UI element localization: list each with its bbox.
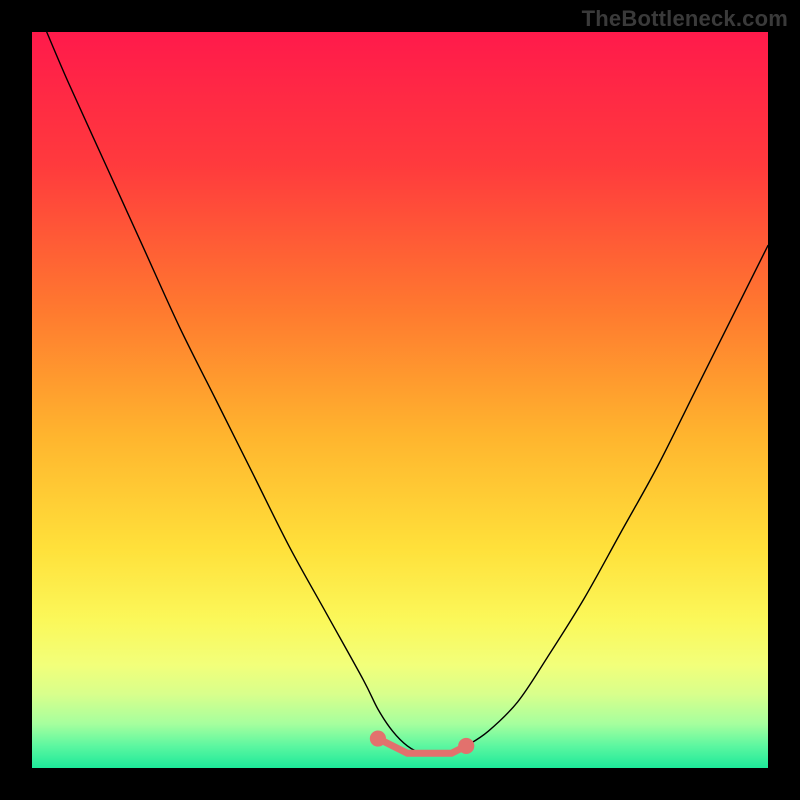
plot-area xyxy=(32,32,768,768)
flat-segment-end-dot xyxy=(370,730,386,746)
bottleneck-curve xyxy=(47,32,768,754)
flat-segment-end-dot xyxy=(458,738,474,754)
watermark-text: TheBottleneck.com xyxy=(582,6,788,32)
curve-layer xyxy=(32,32,768,768)
chart-frame: TheBottleneck.com xyxy=(0,0,800,800)
flat-segment-line xyxy=(378,739,466,754)
flat-segment-markers xyxy=(370,730,475,754)
